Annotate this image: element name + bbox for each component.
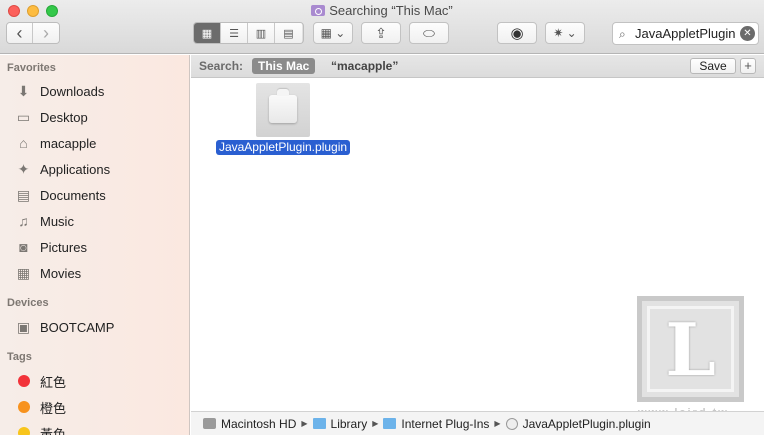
path-item-macintosh-hd[interactable]: Macintosh HD (203, 417, 296, 431)
results-area: JavaAppletPlugin.plugin L www.laird.tw (191, 79, 764, 419)
path-item-library[interactable]: Library (312, 417, 367, 431)
view-mode-control: ▦ ☰ ▥ ▤ (193, 22, 304, 44)
sidebar-item-label: 橙色 (40, 400, 67, 416)
path-separator-icon: ▶ (301, 419, 308, 428)
sidebar-item-tag-red[interactable]: 紅色 (14, 370, 66, 392)
back-forward-control: ‹ › (6, 22, 60, 44)
sidebar-item-documents[interactable]: ▤ Documents (14, 184, 106, 206)
tag-button[interactable]: ⬭ (409, 22, 449, 44)
icon-view-button[interactable]: ▦ (194, 23, 221, 43)
plugin-icon (505, 417, 518, 430)
cover-flow-button[interactable]: ▤ (275, 23, 302, 43)
forward-button[interactable]: › (33, 23, 59, 43)
orange-tag-icon (17, 401, 30, 413)
sidebar-item-label: Applications (40, 161, 111, 177)
sidebar-item-applications[interactable]: ✦ Applications (14, 158, 110, 180)
downloads-icon: ⬇ (17, 82, 30, 99)
documents-icon: ▤ (16, 186, 31, 203)
scope-this-mac-button[interactable]: This Mac (252, 58, 316, 74)
sidebar-item-movies[interactable]: ▦ Movies (14, 262, 81, 284)
watermark-logo: L (637, 296, 744, 402)
hard-drive-icon (203, 418, 216, 429)
sidebar-item-tag-orange[interactable]: 橙色 (14, 396, 66, 418)
sidebar-header-favorites: Favorites (7, 62, 56, 74)
sidebar-item-desktop[interactable]: ▭ Desktop (14, 106, 88, 128)
clear-search-icon[interactable]: ✕ (740, 26, 755, 41)
path-separator-icon: ▶ (372, 419, 379, 428)
save-search-button[interactable]: Save (690, 58, 736, 74)
search-icon: ⌕ (619, 27, 626, 41)
watermark-letter: L (665, 307, 716, 392)
quick-look-button[interactable]: ◉ (497, 22, 537, 44)
path-separator-icon: ▶ (494, 419, 501, 428)
arrange-button[interactable]: ▦ ⌄ (313, 22, 353, 44)
sidebar-item-pictures[interactable]: ◙ Pictures (14, 236, 87, 258)
music-icon: ♫ (18, 213, 29, 229)
applications-icon: ✦ (17, 160, 30, 177)
window-title: Searching “This Mac” (0, 3, 764, 18)
path-bar: Macintosh HD ▶ Library ▶ Internet Plug-I… (191, 411, 764, 435)
result-item-name[interactable]: JavaAppletPlugin.plugin (215, 140, 351, 155)
result-item[interactable]: JavaAppletPlugin.plugin (209, 83, 357, 155)
folder-icon (312, 418, 326, 429)
add-criteria-button[interactable]: + (740, 58, 756, 74)
smart-folder-icon (311, 5, 326, 16)
sidebar-item-tag-yellow[interactable]: 黃色 (14, 422, 66, 435)
yellow-tag-icon (17, 427, 30, 435)
sidebar-item-bootcamp[interactable]: ▣ BOOTCAMP (14, 316, 115, 338)
red-tag-icon (17, 375, 30, 387)
sidebar-item-label: Downloads (40, 83, 105, 99)
search-field[interactable]: ⌕ ✕ (612, 22, 759, 45)
scope-user-button[interactable]: “macapple” (331, 59, 398, 73)
disk-icon: ▣ (16, 318, 31, 335)
folder-icon (383, 418, 397, 429)
camera-icon: ◙ (19, 239, 28, 255)
sidebar-item-label: Movies (40, 265, 82, 281)
sidebar-item-label: Documents (40, 187, 106, 203)
plugin-file-icon[interactable] (256, 83, 310, 137)
sidebar: Favorites ⬇ Downloads ▭ Desktop ⌂ macapp… (0, 55, 190, 435)
window-titlebar: Searching “This Mac” ‹ › ▦ ☰ ▥ ▤ ▦ ⌄ ⇪ ⬭… (0, 0, 764, 54)
film-icon: ▦ (16, 264, 31, 281)
search-scope-bar: Search: This Mac “macapple” Save + (191, 55, 764, 78)
search-input[interactable] (635, 25, 741, 42)
sidebar-header-devices: Devices (7, 297, 49, 309)
search-scope-label: Search: (199, 59, 244, 73)
action-button[interactable]: ✷ ⌄ (545, 22, 585, 44)
back-button[interactable]: ‹ (7, 23, 34, 43)
path-item-internet-plugins[interactable]: Internet Plug-Ins (383, 417, 489, 431)
path-item-plugin[interactable]: JavaAppletPlugin.plugin (505, 417, 651, 431)
sidebar-item-label: Music (40, 213, 74, 229)
sidebar-item-home[interactable]: ⌂ macapple (14, 132, 96, 154)
sidebar-item-music[interactable]: ♫ Music (14, 210, 74, 232)
sidebar-item-label: Pictures (40, 239, 87, 255)
column-view-button[interactable]: ▥ (248, 23, 275, 43)
sidebar-header-tags: Tags (7, 351, 32, 363)
sidebar-item-label: macapple (40, 135, 97, 151)
sidebar-item-label: BOOTCAMP (40, 319, 115, 335)
home-icon: ⌂ (19, 135, 28, 151)
list-view-button[interactable]: ☰ (221, 23, 248, 43)
sidebar-item-label: Desktop (40, 109, 88, 125)
desktop-icon: ▭ (16, 108, 31, 125)
sidebar-item-label: 黃色 (40, 426, 67, 435)
sidebar-item-label: 紅色 (40, 374, 67, 390)
share-button[interactable]: ⇪ (361, 22, 401, 44)
sidebar-item-downloads[interactable]: ⬇ Downloads (14, 80, 105, 102)
